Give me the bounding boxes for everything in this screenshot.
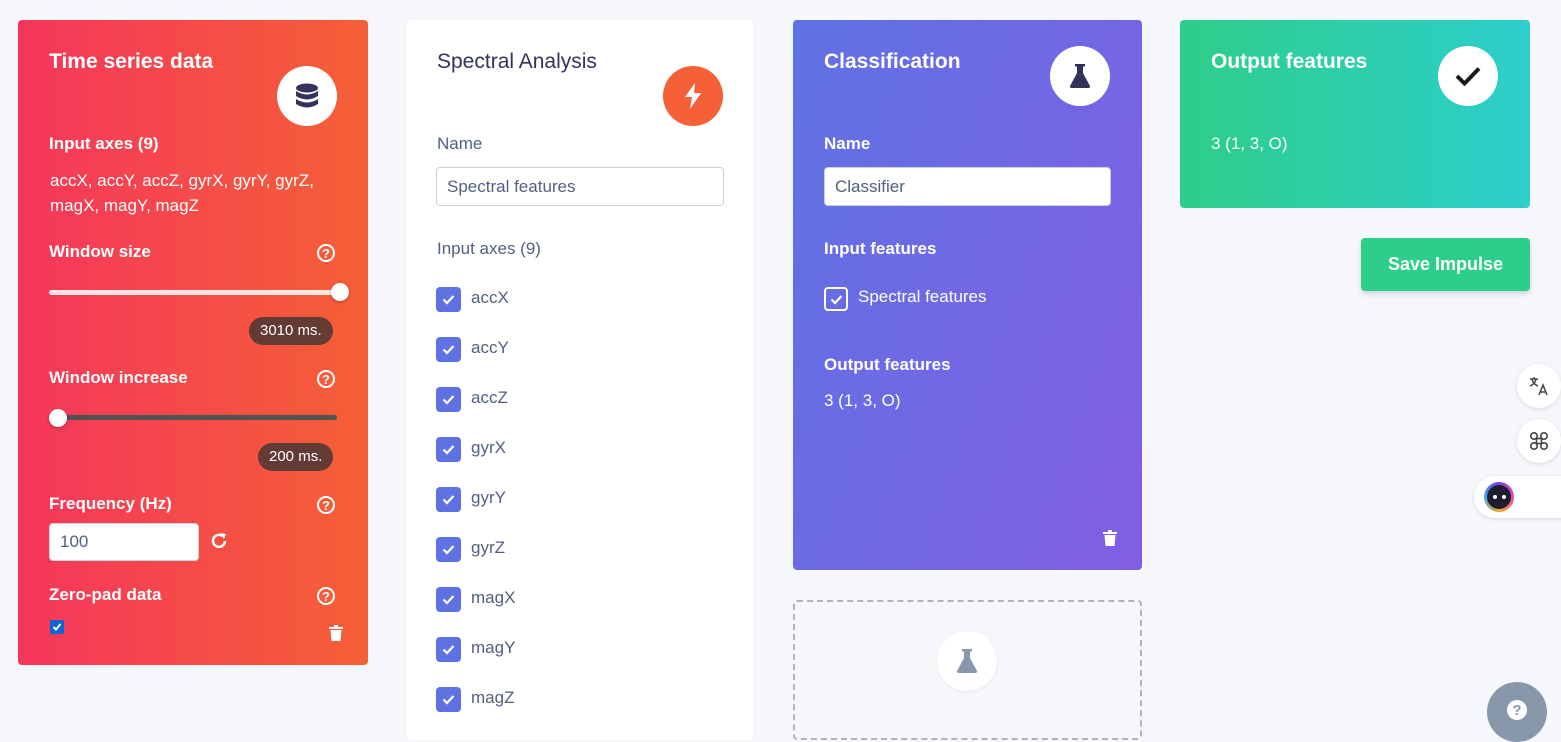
frequency-input[interactable]: 100 — [49, 523, 199, 561]
translate-icon[interactable] — [1517, 364, 1561, 408]
window-increase-slider[interactable] — [49, 415, 337, 420]
axis-checkbox-label: gyrX — [471, 438, 506, 457]
axis-checkbox-label: accX — [471, 288, 509, 307]
axis-checkbox-label: magX — [471, 588, 516, 607]
axis-checkbox-gyrY[interactable] — [436, 487, 461, 512]
classification-title: Classification — [824, 50, 961, 73]
add-learning-block[interactable] — [793, 600, 1142, 740]
help-icon[interactable]: ? — [317, 587, 335, 605]
axis-checkbox-gyrZ[interactable] — [436, 537, 461, 562]
axis-checkbox-magX[interactable] — [436, 587, 461, 612]
frequency-label: Frequency (Hz) — [49, 494, 172, 513]
flask-icon — [937, 631, 997, 691]
output-title: Output features — [1211, 50, 1368, 73]
axis-checkbox-accX[interactable] — [436, 287, 461, 312]
output-features-card: Output features 3 (1, 3, O) — [1180, 20, 1530, 208]
question-icon: ? — [1507, 700, 1527, 720]
classifier-name-input[interactable]: Classifier — [824, 167, 1111, 206]
time-series-title: Time series data — [49, 50, 214, 73]
window-size-slider[interactable] — [49, 290, 340, 295]
axes-list-line1: accX, accY, accZ, gyrX, gyrY, gyrZ, — [50, 171, 314, 190]
name-label: Name — [824, 134, 871, 153]
window-increase-value: 200 ms. — [258, 443, 334, 471]
command-icon[interactable] — [1517, 419, 1561, 463]
window-size-label: Window size — [49, 242, 151, 261]
database-icon — [277, 66, 337, 126]
refresh-icon[interactable] — [210, 532, 228, 555]
axis-checkbox-magY[interactable] — [436, 637, 461, 662]
assistant-tab[interactable] — [1474, 476, 1561, 518]
axis-checkbox-label: accZ — [471, 388, 508, 407]
classification-card: Classification Name Classifier Input fea… — [793, 20, 1142, 570]
spectral-name-input[interactable]: Spectral features — [436, 167, 724, 206]
window-size-value: 3010 ms. — [249, 317, 333, 345]
flask-icon — [1050, 46, 1110, 106]
lightning-icon — [663, 66, 723, 126]
input-axes-label: Input axes (9) — [49, 134, 159, 153]
zero-pad-label: Zero-pad data — [49, 585, 162, 604]
axis-checkbox-accY[interactable] — [436, 337, 461, 362]
save-impulse-button[interactable]: Save Impulse — [1361, 238, 1530, 291]
spectral-features-option-label: Spectral features — [858, 287, 987, 306]
axis-checkbox-magZ[interactable] — [436, 687, 461, 712]
axis-checkbox-label: magZ — [471, 688, 515, 707]
axis-checkbox-label: magY — [471, 638, 516, 657]
trash-icon[interactable] — [1103, 530, 1117, 546]
help-icon[interactable]: ? — [317, 244, 335, 262]
spectral-analysis-card: Spectral Analysis Name Spectral features… — [406, 20, 754, 740]
spectral-features-checkbox[interactable] — [824, 287, 848, 311]
zero-pad-checkbox[interactable] — [50, 620, 64, 634]
trash-icon[interactable] — [329, 625, 343, 641]
axis-checkbox-accZ[interactable] — [436, 387, 461, 412]
output-features-value: 3 (1, 3, O) — [1211, 134, 1288, 153]
time-series-card: Time series data Input axes (9) accX, ac… — [18, 20, 368, 665]
help-icon[interactable]: ? — [317, 496, 335, 514]
name-label: Name — [437, 134, 483, 153]
axes-list-line2: magX, magY, magZ — [50, 196, 199, 215]
window-size-slider-thumb[interactable] — [331, 283, 349, 301]
output-features-value: 3 (1, 3, O) — [824, 391, 901, 410]
spectral-title: Spectral Analysis — [437, 50, 597, 73]
checkmark-icon — [1438, 46, 1498, 106]
output-features-label: Output features — [824, 355, 951, 374]
axis-checkbox-label: gyrZ — [471, 538, 505, 557]
window-increase-label: Window increase — [49, 368, 188, 387]
axis-checkbox-label: gyrY — [471, 488, 506, 507]
input-axes-label: Input axes (9) — [437, 239, 541, 258]
axis-checkbox-label: accY — [471, 338, 509, 357]
axis-checkbox-gyrX[interactable] — [436, 437, 461, 462]
assistant-icon[interactable] — [1484, 482, 1514, 512]
help-icon[interactable]: ? — [317, 370, 335, 388]
window-increase-slider-thumb[interactable] — [49, 409, 67, 427]
input-features-label: Input features — [824, 239, 937, 258]
help-button[interactable]: ? — [1487, 682, 1547, 742]
